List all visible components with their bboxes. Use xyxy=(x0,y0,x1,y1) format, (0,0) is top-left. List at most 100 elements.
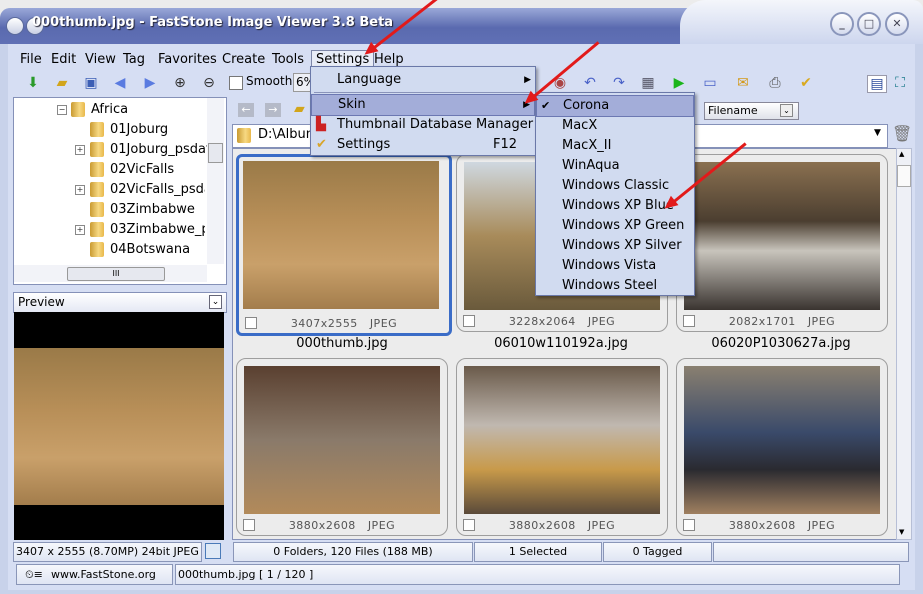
menu-view[interactable]: View xyxy=(81,51,120,69)
chevron-down-icon[interactable]: ⌄ xyxy=(780,104,793,117)
save-icon[interactable]: ▣ xyxy=(82,75,100,91)
tree-hscroll-thumb[interactable]: III xyxy=(67,267,165,281)
maximize-button[interactable]: □ xyxy=(857,12,881,36)
skin-option-label: WinAqua xyxy=(562,158,620,173)
menu-item-thumbnail-db[interactable]: ▙ Thumbnail Database Manager xyxy=(311,115,535,135)
menu-item-label: Settings xyxy=(337,137,391,152)
browse-folder-icon[interactable]: ▰ xyxy=(53,75,71,91)
thumbnail-card[interactable]: 2082x1701 JPEG xyxy=(676,154,888,332)
thumbnail-card[interactable]: 3880x2608 JPEG xyxy=(676,358,888,536)
smooth-label: Smooth xyxy=(246,74,293,88)
toolbar-settings-icon[interactable]: ✔ xyxy=(797,75,815,91)
open-icon[interactable]: ⬇ xyxy=(24,75,42,91)
layout-icon[interactable]: ▤ xyxy=(867,75,887,93)
previous-icon[interactable]: ◀ xyxy=(111,75,129,91)
thumbnail-card[interactable]: 3880x2608 JPEG xyxy=(236,358,448,536)
menu-item-settings[interactable]: ✔ Settings F12 xyxy=(311,135,535,155)
path-folder-icon xyxy=(237,128,251,143)
fit-window-icon[interactable] xyxy=(205,543,221,559)
next-icon[interactable]: ▶ xyxy=(141,75,159,91)
email-icon[interactable]: ✉ xyxy=(734,75,752,91)
tree-vertical-scrollbar[interactable] xyxy=(207,98,224,264)
menu-item-language[interactable]: Language ▶ xyxy=(311,70,535,90)
skin-option[interactable]: Windows XP Silver xyxy=(536,236,694,256)
skin-option[interactable]: Windows Steel xyxy=(536,276,694,296)
skin-option[interactable]: Windows XP Green xyxy=(536,216,694,236)
thumbnail-meta: 3880x2608 JPEG xyxy=(288,519,396,532)
empty-status xyxy=(713,542,909,562)
skin-option[interactable]: ✔ Corona xyxy=(536,95,694,117)
skin-option-label: Windows Steel xyxy=(562,278,658,293)
print-icon[interactable]: ⎙ xyxy=(766,75,784,91)
expand-icon[interactable]: + xyxy=(75,225,85,235)
minimize-button[interactable]: _ xyxy=(830,12,854,36)
website-link[interactable]: ⏲≡ www.FastStone.org xyxy=(16,564,173,585)
menu-item-label: Language xyxy=(337,72,402,87)
preview-collapse-button[interactable]: ⌄ xyxy=(209,295,222,309)
menu-tag[interactable]: Tag xyxy=(119,51,149,69)
shortcut-label: F12 xyxy=(492,137,517,152)
tree-item[interactable]: 03Zimbabwe xyxy=(90,200,195,220)
menu-separator xyxy=(314,92,532,93)
thumbnail-card[interactable]: 3407x2555 JPEG xyxy=(236,154,452,336)
system-menu-icon[interactable] xyxy=(6,17,24,35)
grid-vertical-scrollbar[interactable] xyxy=(896,148,912,540)
zoom-out-icon[interactable]: ⊖ xyxy=(200,75,218,91)
preview-label: Preview xyxy=(18,295,65,309)
skin-option[interactable]: MacX xyxy=(536,116,694,136)
parent-folder-icon[interactable]: ▰ xyxy=(294,101,310,117)
tree-item[interactable]: 02VicFalls_psdata xyxy=(90,180,205,200)
rotate-right-icon[interactable]: ↷ xyxy=(610,75,628,91)
menu-tools[interactable]: Tools xyxy=(268,51,308,69)
preview-image xyxy=(14,348,224,505)
tree-item[interactable]: 01Joburg_psdata xyxy=(90,140,208,160)
smooth-checkbox[interactable] xyxy=(229,76,243,90)
rotate-left-icon[interactable]: ↶ xyxy=(581,75,599,91)
thumbnail-image xyxy=(684,162,880,310)
submenu-arrow-icon: ▶ xyxy=(524,75,531,85)
grid-vscroll-thumb[interactable] xyxy=(897,165,911,187)
menu-edit[interactable]: Edit xyxy=(47,51,80,69)
tree-item[interactable]: 04Botswana xyxy=(90,240,190,260)
back-button[interactable]: ← xyxy=(238,103,254,117)
forward-button[interactable]: → xyxy=(265,103,281,117)
slideshow-icon[interactable]: ▶ xyxy=(670,75,688,91)
fullscreen-icon[interactable]: ⛶ xyxy=(891,75,909,91)
window-title: 000thumb.jpg - FastStone Image Viewer 3.… xyxy=(32,15,394,30)
thumbnail-meta: 3407x2555 JPEG xyxy=(290,317,398,330)
tree-item-africa[interactable]: Africa xyxy=(71,100,128,120)
settings-icon: ✔ xyxy=(316,137,327,152)
files-count-status: 0 Folders, 120 Files (188 MB) xyxy=(233,542,473,562)
menu-create[interactable]: Create xyxy=(218,51,269,69)
tree-item-label: 03Zimbabwe_psdata xyxy=(110,222,205,237)
menu-file[interactable]: File xyxy=(16,51,46,69)
close-button[interactable]: ✕ xyxy=(885,12,909,36)
thumbnail-image xyxy=(684,366,880,514)
tree-item[interactable]: 02VicFalls xyxy=(90,160,174,180)
tree-item[interactable]: 03Zimbabwe_psdata xyxy=(90,220,205,240)
menu-favorites[interactable]: Favorites xyxy=(154,51,221,69)
scroll-down-arrow[interactable]: ▼ xyxy=(899,528,904,536)
tree-vscroll-thumb[interactable] xyxy=(208,143,223,163)
expand-icon[interactable]: + xyxy=(75,185,85,195)
skin-option[interactable]: WinAqua xyxy=(536,156,694,176)
thumbnails-icon[interactable]: ▦ xyxy=(639,75,657,91)
skin-option-label: MacX_II xyxy=(562,138,612,153)
checkmark-icon: ✔ xyxy=(541,99,551,112)
recycle-bin-icon[interactable]: 🗑 xyxy=(892,124,912,143)
skin-option-label: Corona xyxy=(563,98,610,113)
settings-menu: Language ▶ Skin▶ ▙ Thumbnail Database Mana… xyxy=(310,66,536,156)
path-dropdown-arrow[interactable]: ▼ xyxy=(874,128,881,138)
thumbnail-card[interactable]: 3880x2608 JPEG xyxy=(456,358,668,536)
zoom-in-icon[interactable]: ⊕ xyxy=(171,75,189,91)
skin-option[interactable]: Windows Vista xyxy=(536,256,694,276)
skin-option[interactable]: MacX_II xyxy=(536,136,694,156)
tree-item-label: 02VicFalls xyxy=(110,162,175,177)
skin-option[interactable]: Windows Classic xyxy=(536,176,694,196)
expand-icon[interactable]: + xyxy=(75,145,85,155)
tree-item[interactable]: 01Joburg xyxy=(90,120,168,140)
scroll-up-arrow[interactable]: ▲ xyxy=(899,150,904,158)
collapse-icon[interactable]: − xyxy=(57,105,67,115)
menu-item-skin[interactable]: Skin▶ xyxy=(311,94,535,116)
wallpaper-icon[interactable]: ▭ xyxy=(701,75,719,91)
